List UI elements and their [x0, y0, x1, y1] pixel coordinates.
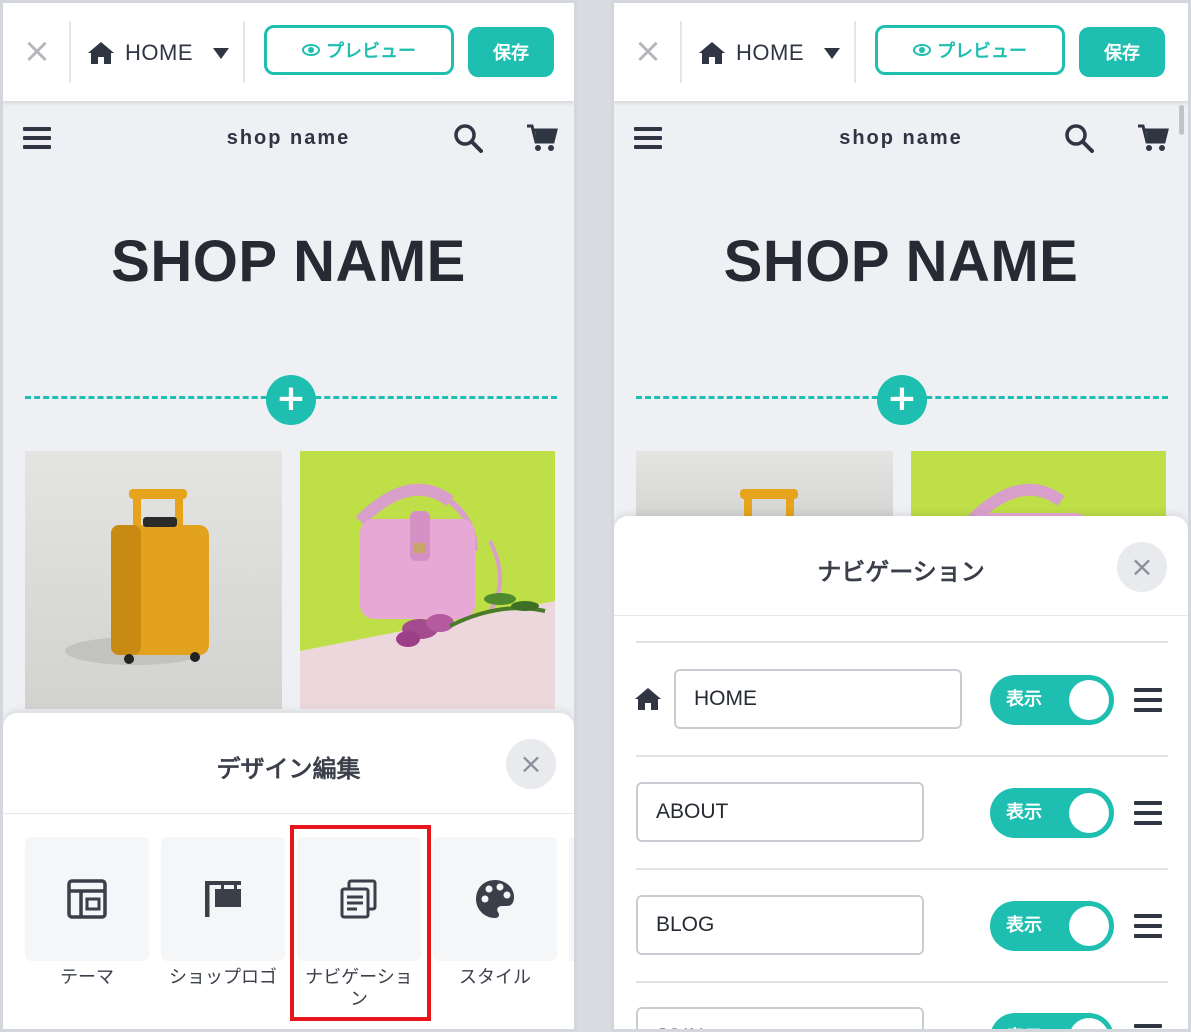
editor-toolbar: × HOME プレビュー 保存 [614, 3, 1188, 101]
row-divider [636, 755, 1168, 757]
close-sheet-button[interactable]: × [1117, 542, 1167, 592]
nav-item-home-input[interactable]: HOME [674, 669, 962, 729]
style-tile[interactable] [433, 837, 557, 961]
theme-label: テーマ [60, 967, 114, 988]
cart-icon[interactable] [526, 123, 558, 153]
shop-header: shop name [614, 101, 1188, 181]
shop-logo-label: ショップロゴ [169, 967, 277, 988]
search-icon[interactable] [1064, 123, 1094, 153]
drag-handle-icon[interactable] [1134, 688, 1162, 712]
signboard-icon [205, 881, 241, 917]
preview-button[interactable]: プレビュー [264, 25, 454, 75]
bag-image [300, 483, 555, 709]
toolbar-divider [680, 21, 682, 83]
suitcase-image [65, 489, 209, 665]
preview-label: プレビュー [937, 41, 1027, 62]
home-icon [699, 42, 725, 64]
shop-name-small: shop name [226, 127, 351, 149]
page-selector[interactable]: HOME [698, 33, 840, 73]
right-screen: × HOME プレビュー 保存 shop name SHOP NAME + ナビ… [611, 0, 1191, 1032]
cart-icon[interactable] [1137, 123, 1169, 153]
visibility-toggle-blog[interactable]: 表示 [990, 901, 1114, 951]
page-selector-label: HOME [125, 40, 193, 65]
toolbar-divider [854, 21, 856, 83]
add-section-button[interactable]: + [877, 375, 927, 425]
next-tile-edge [569, 837, 574, 961]
search-icon[interactable] [453, 123, 483, 153]
row-divider [636, 981, 1168, 983]
toolbar-divider [69, 21, 71, 83]
shop-logo-tile[interactable] [161, 837, 285, 961]
editor-toolbar: × HOME プレビュー 保存 [3, 3, 574, 101]
toolbar-divider [243, 21, 245, 83]
product-image-bag[interactable] [300, 451, 555, 709]
highlight-box [290, 825, 431, 1021]
toggle-knob [1069, 906, 1109, 946]
navigation-sheet: ナビゲーション × HOME 表示 ABOUT 表示 BLOG 表示 JOIN … [614, 516, 1188, 1029]
close-sheet-button[interactable]: × [506, 739, 556, 789]
toggle-knob [1069, 793, 1109, 833]
shop-header: shop name [3, 101, 574, 181]
theme-tile[interactable] [25, 837, 149, 961]
toggle-label: 表示 [1006, 915, 1042, 936]
sheet-divider [614, 615, 1188, 616]
row-divider [636, 641, 1168, 643]
palette-icon [476, 880, 514, 918]
scrollbar[interactable] [1179, 105, 1184, 135]
toggle-label: 表示 [1006, 1013, 1042, 1029]
page-selector[interactable]: HOME [87, 33, 229, 73]
home-icon [635, 688, 661, 710]
eye-icon [913, 44, 931, 56]
sheet-divider [3, 813, 574, 814]
preview-label: プレビュー [326, 41, 416, 62]
shop-title: SHOP NAME [111, 229, 466, 294]
close-editor-button[interactable]: × [19, 31, 55, 71]
toggle-label: 表示 [1006, 802, 1042, 823]
drag-handle-icon[interactable] [1134, 801, 1162, 825]
row-divider [636, 868, 1168, 870]
save-button[interactable]: 保存 [1079, 27, 1165, 77]
nav-item-join-input[interactable]: JOIN [636, 1007, 924, 1029]
visibility-toggle-home[interactable]: 表示 [990, 675, 1114, 725]
toggle-label: 表示 [1006, 689, 1042, 710]
shop-title: SHOP NAME [723, 229, 1079, 294]
toggle-knob [1069, 680, 1109, 720]
layout-icon [67, 879, 107, 919]
style-label: スタイル [459, 967, 531, 988]
preview-button[interactable]: プレビュー [875, 25, 1065, 75]
chevron-down-icon [213, 47, 229, 59]
add-section-button[interactable]: + [266, 375, 316, 425]
visibility-toggle-join[interactable]: 表示 [990, 1013, 1114, 1029]
sheet-title: ナビゲーション [817, 558, 985, 586]
nav-item-about-input[interactable]: ABOUT [636, 782, 924, 842]
shop-name-small: shop name [839, 127, 963, 149]
drag-handle-icon[interactable] [1134, 1024, 1162, 1029]
left-screen: × HOME プレビュー 保存 shop name SHOP NAME + デザ… [0, 0, 577, 1032]
close-editor-button[interactable]: × [630, 31, 666, 71]
chevron-down-icon [824, 47, 840, 59]
save-button[interactable]: 保存 [468, 27, 554, 77]
toggle-knob [1069, 1018, 1109, 1029]
visibility-toggle-about[interactable]: 表示 [990, 788, 1114, 838]
nav-item-blog-input[interactable]: BLOG [636, 895, 924, 955]
page-selector-label: HOME [736, 40, 804, 65]
product-image-suitcase[interactable] [25, 451, 282, 709]
drag-handle-icon[interactable] [1134, 914, 1162, 938]
home-icon [88, 42, 114, 64]
eye-icon [302, 44, 320, 56]
sheet-title: デザイン編集 [216, 755, 361, 783]
